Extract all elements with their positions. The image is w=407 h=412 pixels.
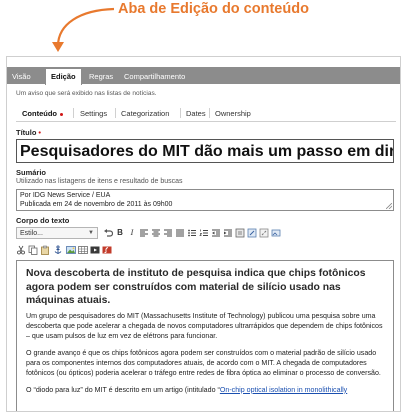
summary-help: Utilizado nas listagens de itens e resul… [16, 178, 183, 185]
notice-text: Um aviso que será exibido nas listas de … [16, 90, 157, 97]
outdent-icon[interactable] [211, 228, 221, 238]
rich-text-editor[interactable]: Nova descoberta de instituto de pesquisa… [16, 260, 394, 411]
subtab-ownership[interactable]: Ownership [215, 109, 251, 118]
image-icon[interactable] [66, 245, 76, 255]
summary-line: Publicada em 24 de novembro de 2011 às 0… [20, 201, 173, 208]
bullet-list-icon[interactable] [187, 228, 197, 238]
subtab-settings[interactable]: Settings [80, 109, 107, 118]
summary-line: Por IDG News Service / EUA [20, 192, 111, 199]
divider [209, 108, 210, 118]
divider [115, 108, 116, 118]
editor-toolbar-secondary [16, 244, 394, 256]
subtab-dates[interactable]: Dates [186, 109, 206, 118]
subtab-categorization[interactable]: Categorization [121, 109, 169, 118]
sub-tab-bar: Conteúdo Settings Categorization Dates O… [16, 105, 396, 122]
tab-compartilhamento[interactable]: Compartilhamento [124, 69, 185, 84]
copy-icon[interactable] [28, 245, 38, 255]
align-left-icon[interactable] [139, 228, 149, 238]
annotation-arrow-icon [52, 7, 115, 52]
tab-visao[interactable]: Visão [12, 69, 31, 84]
align-center-icon[interactable] [151, 228, 161, 238]
editor-toolbar: Estilo... ▼ B I [16, 227, 394, 241]
subtab-conteudo-label: Conteúdo [22, 109, 57, 118]
required-dot-icon [60, 112, 63, 116]
justify-icon[interactable] [175, 228, 185, 238]
top-tab-bar: Visão Edição Regras Compartilhamento [7, 67, 400, 85]
indent-icon[interactable] [223, 228, 233, 238]
summary-textarea[interactable]: Por IDG News Service / EUA Publicada em … [16, 189, 394, 211]
editor-content: Nova descoberta de instituto de pesquisa… [26, 267, 388, 395]
required-marker: • [38, 128, 42, 137]
numbered-list-icon[interactable] [199, 228, 209, 238]
paragraph-text: O “diodo para luz” do MIT é descrito em … [26, 385, 220, 394]
chevron-down-icon: ▼ [88, 230, 94, 236]
anchor-icon[interactable] [271, 228, 281, 238]
tab-regras[interactable]: Regras [89, 69, 113, 84]
edit-panel: Visão Edição Regras Compartilhamento Um … [6, 56, 401, 412]
align-right-icon[interactable] [163, 228, 173, 238]
article-paragraph: O “diodo para luz” do MIT é descrito em … [26, 385, 388, 395]
title-label-text: Título [16, 128, 37, 137]
flash-icon[interactable] [102, 245, 112, 255]
divider [180, 108, 181, 118]
paste-icon[interactable] [40, 245, 50, 255]
annotation: Aba de Edição do conteúdo [0, 0, 407, 60]
unlink-icon[interactable] [259, 228, 269, 238]
bold-button[interactable]: B [115, 228, 125, 238]
cut-icon[interactable] [16, 245, 26, 255]
undo-icon[interactable] [103, 228, 113, 238]
subtab-conteudo[interactable]: Conteúdo [22, 109, 63, 118]
resize-grip-icon[interactable] [386, 203, 392, 209]
table-icon[interactable] [78, 245, 88, 255]
article-paragraph: Um grupo de pesquisadores do MIT (Massac… [26, 311, 383, 340]
article-heading: Nova descoberta de instituto de pesquisa… [26, 268, 366, 306]
article-link[interactable]: On-chip optical isolation in monolithica… [220, 386, 347, 394]
title-input[interactable]: Pesquisadores do MIT dão mais um passo e… [16, 139, 394, 163]
article-paragraph: O grande avanço é que os chips fotônicos… [26, 348, 381, 377]
body-label: Corpo do texto [16, 216, 70, 225]
divider [73, 108, 74, 118]
media-icon[interactable] [90, 245, 100, 255]
link-icon[interactable] [247, 228, 257, 238]
summary-label: Sumário [16, 168, 47, 177]
tab-edicao[interactable]: Edição [45, 68, 82, 85]
italic-button[interactable]: I [127, 228, 137, 238]
blockquote-icon[interactable] [235, 228, 245, 238]
anchor-symbol-icon[interactable] [53, 245, 63, 255]
style-select-value: Estilo... [20, 230, 43, 237]
title-label: Título • [16, 128, 41, 137]
style-select[interactable]: Estilo... ▼ [16, 227, 98, 239]
